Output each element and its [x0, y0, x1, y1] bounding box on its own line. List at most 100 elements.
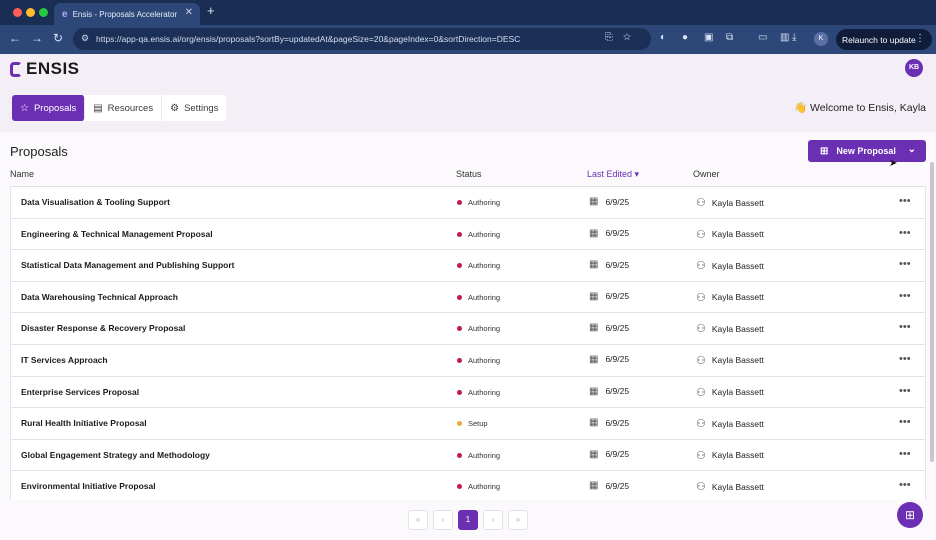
table-row[interactable]: Engineering & Technical Management Propo… [10, 218, 926, 251]
new-tab-button[interactable]: + [207, 3, 215, 18]
column-header-name[interactable]: Name [10, 169, 34, 179]
row-more-options-icon[interactable]: ••• [899, 479, 911, 491]
status-label: Authoring [468, 324, 501, 334]
bookmark-star-icon[interactable]: ☆ [623, 32, 641, 43]
tab-search-icon[interactable]: ▭ [758, 32, 767, 43]
proposals-table: Data Visualisation & Tooling Support Auth… [10, 186, 926, 500]
row-more-options-icon[interactable]: ••• [899, 321, 911, 333]
extension-icon[interactable]: ▣ [704, 32, 713, 43]
tab-proposals[interactable]: ☆ Proposals [12, 95, 86, 121]
proposal-name[interactable]: Global Engagement Strategy and Methodolo… [21, 450, 210, 460]
row-more-options-icon[interactable]: ••• [899, 353, 911, 365]
table-row[interactable]: Disaster Response & Recovery Proposal Aut… [10, 313, 926, 345]
date-text: 6/9/25 [605, 259, 630, 270]
scrollbar-thumb[interactable] [930, 162, 934, 462]
logo-text: ENSIS [26, 59, 80, 78]
tab-label: Proposals [33, 102, 77, 114]
maximize-window-button[interactable] [39, 8, 48, 17]
page-button-current[interactable]: 1 [458, 510, 478, 530]
plus-icon: ⊞ [904, 508, 916, 522]
row-more-options-icon[interactable]: ••• [899, 290, 911, 302]
status-dot-icon [457, 357, 462, 363]
table-row[interactable]: Environmental Initiative Proposal Authori… [10, 471, 926, 500]
url-text: https://app-qa.ensis.ai/org/ensis/propos… [96, 34, 521, 44]
status-dot-icon [457, 484, 462, 490]
forward-icon[interactable]: → [31, 31, 43, 45]
status-label: Authoring [468, 387, 501, 397]
status-dot-icon [457, 326, 462, 332]
reload-icon[interactable]: ↻ [53, 31, 63, 45]
extension-icon[interactable]: ● [682, 32, 688, 43]
status-dot-icon [457, 231, 462, 237]
calendar-icon: ▦ [589, 322, 599, 334]
browser-tab[interactable]: e Ensis - Proposals Accelerator ✕ [54, 3, 200, 25]
floating-add-button[interactable]: ⊞ [897, 502, 923, 528]
status-dot-icon [457, 200, 462, 205]
download-icon[interactable]: ⤓ [792, 32, 796, 43]
tab-resources[interactable]: ▤ Resources [85, 95, 163, 121]
last-page-button[interactable]: » [508, 510, 528, 530]
new-proposal-label: New Proposal [836, 146, 896, 156]
row-more-options-icon[interactable]: ••• [899, 258, 911, 270]
proposal-name[interactable]: Statistical Data Management and Publishi… [21, 260, 234, 270]
extension-puzzle-icon[interactable]: ⧉ [726, 32, 733, 43]
column-header-last-edited[interactable]: Last Edited ▾ [587, 169, 639, 180]
chevron-down-icon[interactable]: ⌄ [908, 144, 916, 155]
status-badge: Authoring [457, 356, 500, 365]
owner-cell: ⚇ Kayla Bassett [696, 386, 764, 399]
proposal-name[interactable]: Rural Health Initiative Proposal [21, 418, 147, 428]
row-more-options-icon[interactable]: ••• [899, 195, 911, 207]
calendar-icon: ▦ [589, 417, 599, 429]
prev-page-button[interactable]: ‹ [433, 510, 453, 530]
menu-icon[interactable]: ⋮ [915, 33, 925, 44]
proposal-name[interactable]: Disaster Response & Recovery Proposal [21, 323, 185, 333]
proposal-name[interactable]: Environmental Initiative Proposal [21, 481, 156, 491]
last-edited-cell: ▦ 6/9/25 [589, 196, 629, 207]
table-row[interactable]: Enterprise Services Proposal Authoring ▦ 6/… [10, 376, 926, 409]
row-more-options-icon[interactable]: ••• [899, 227, 911, 239]
split-icon[interactable]: ▥ [780, 32, 789, 43]
site-info-icon[interactable]: ⚙ [81, 33, 89, 44]
browser-profile-avatar[interactable]: K [814, 32, 828, 46]
next-page-button[interactable]: › [483, 510, 503, 530]
table-row[interactable]: Data Warehousing Technical Approach Autho… [10, 281, 926, 314]
table-row[interactable]: Rural Health Initiative Proposal Setup ▦ 6/… [10, 408, 926, 440]
status-label: Authoring [468, 355, 501, 365]
proposal-name[interactable]: Engineering & Technical Management Propo… [21, 229, 213, 239]
column-header-status[interactable]: Status [456, 169, 482, 179]
table-row[interactable]: Data Visualisation & Tooling Support Auth… [10, 187, 926, 219]
table-row[interactable]: IT Services Approach Authoring ▦ 6/9/25 ⚇ Kay… [10, 344, 926, 377]
address-bar[interactable]: ⚙ https://app-qa.ensis.ai/org/ensis/prop… [73, 28, 651, 50]
ensis-logo[interactable]: ENSIS [10, 59, 80, 79]
table-row[interactable]: Global Engagement Strategy and Methodolo… [10, 439, 926, 472]
install-icon[interactable]: ⎘ [605, 32, 623, 43]
proposal-name[interactable]: Data Warehousing Technical Approach [21, 292, 178, 302]
new-document-icon: ⊞ [820, 145, 829, 157]
proposal-name[interactable]: Enterprise Services Proposal [21, 387, 139, 397]
proposal-name[interactable]: Data Visualisation & Tooling Support [21, 197, 170, 207]
back-icon[interactable]: ← [9, 31, 21, 45]
star-icon: ☆ [20, 102, 29, 114]
status-dot-icon [457, 452, 462, 458]
user-avatar[interactable]: KB [905, 59, 923, 77]
extension-icon[interactable]: ◐ [660, 32, 666, 43]
column-header-owner[interactable]: Owner [693, 169, 720, 179]
owner-cell: ⚇ Kayla Bassett [696, 228, 764, 241]
sort-desc-icon: ▾ [634, 169, 640, 179]
minimize-window-button[interactable] [26, 8, 35, 17]
row-more-options-icon[interactable]: ••• [899, 385, 911, 397]
new-proposal-button[interactable]: ⊞ New Proposal ⌄ [808, 140, 926, 162]
row-more-options-icon[interactable]: ••• [899, 448, 911, 460]
column-label: Last Edited [587, 169, 633, 179]
owner-cell: ⚇ Kayla Bassett [696, 449, 764, 462]
tab-settings[interactable]: ⚙ Settings [162, 95, 226, 121]
first-page-button[interactable]: « [408, 510, 428, 530]
row-more-options-icon[interactable]: ••• [899, 416, 911, 428]
close-tab-icon[interactable]: ✕ [185, 7, 193, 18]
status-label: Authoring [468, 482, 501, 492]
close-window-button[interactable] [13, 8, 22, 17]
proposal-name[interactable]: IT Services Approach [21, 355, 108, 365]
table-row[interactable]: Statistical Data Management and Publishi… [10, 250, 926, 282]
relaunch-button[interactable]: Relaunch to update ⋮ [836, 29, 932, 50]
owner-name: Kayla Bassett [711, 197, 764, 208]
